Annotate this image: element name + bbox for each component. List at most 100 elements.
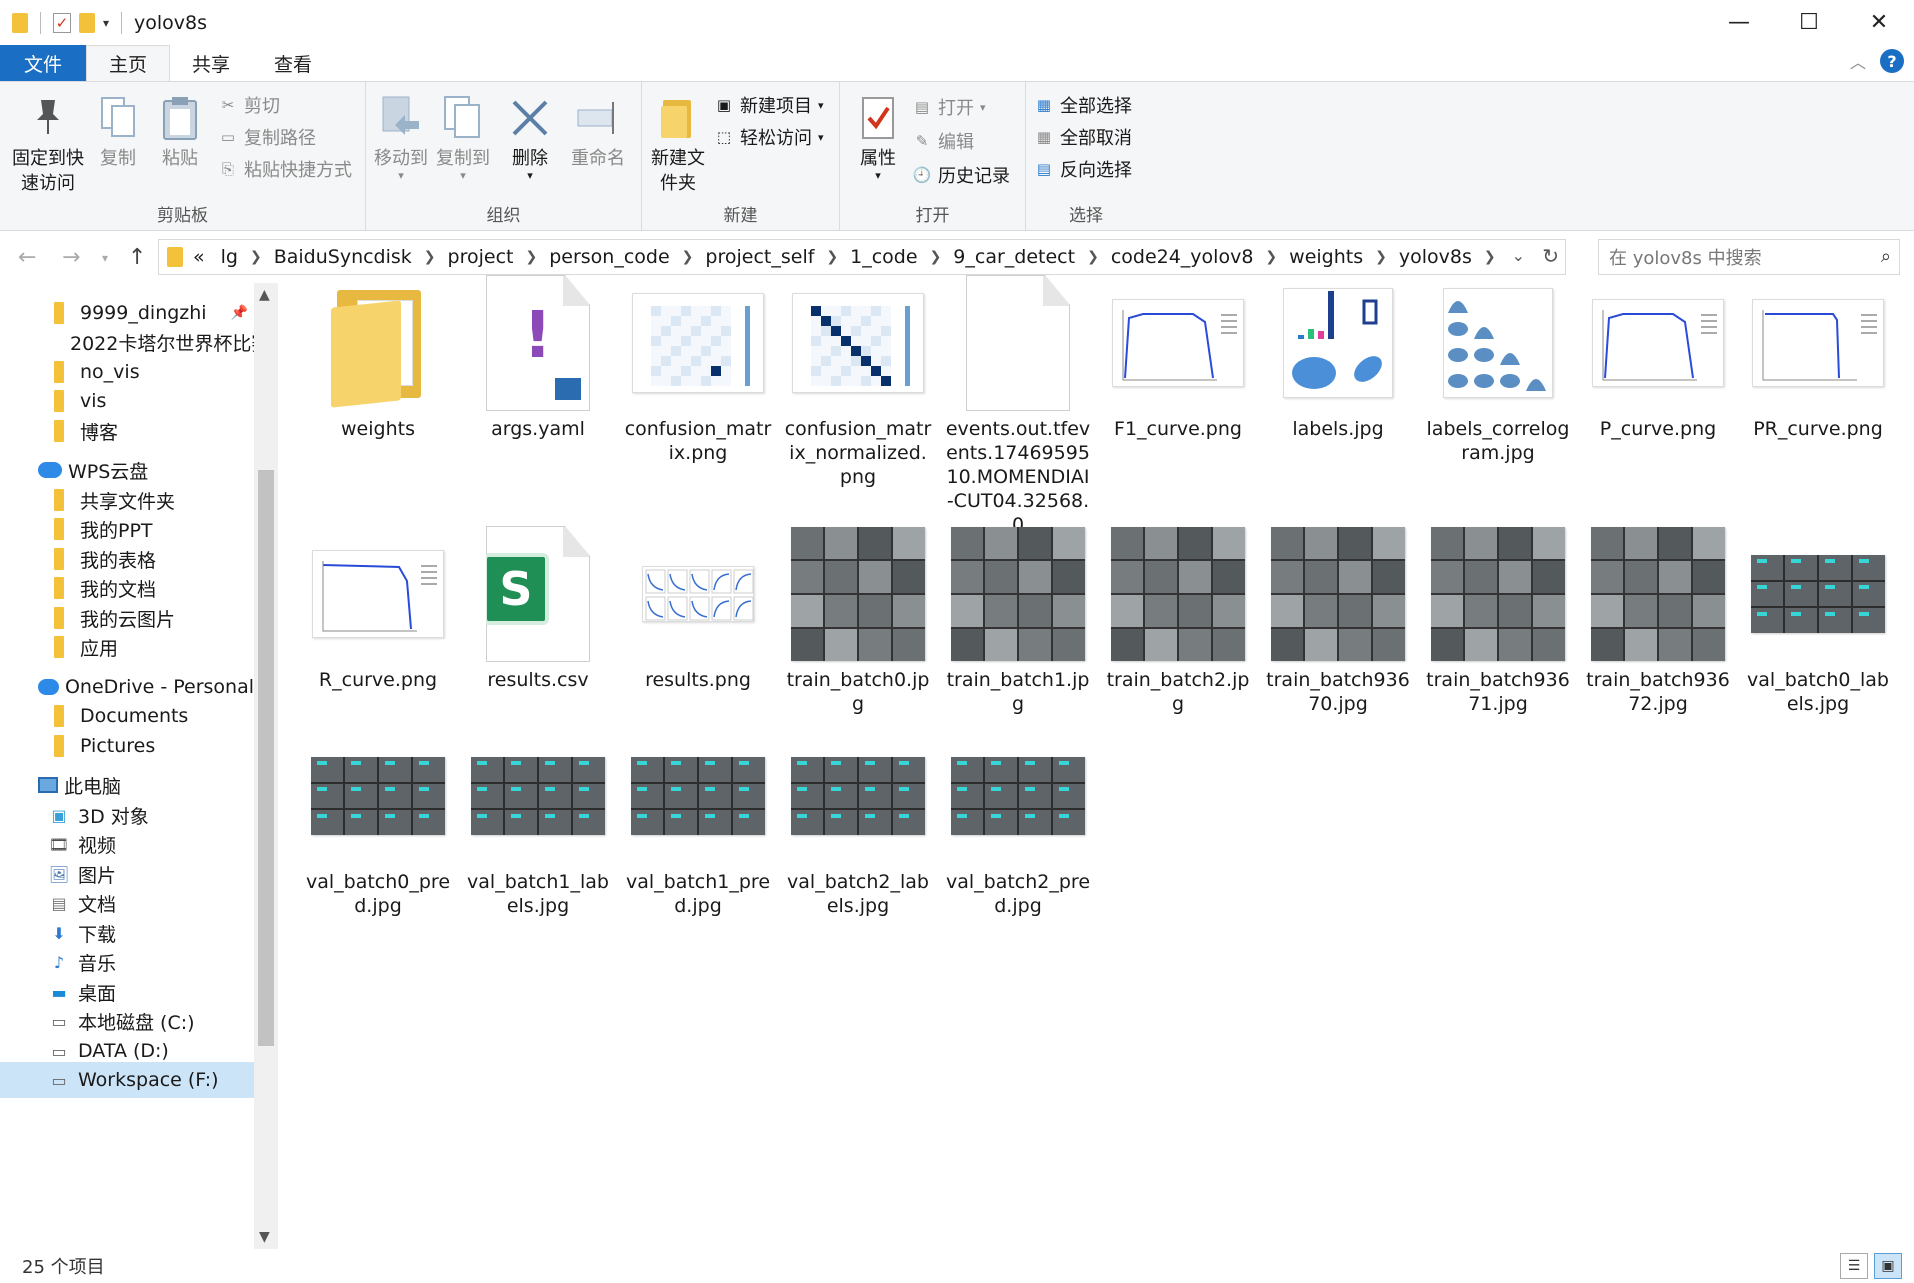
copy-button[interactable]: 复制 (94, 92, 142, 171)
file-item[interactable]: val_batch1_pred.jpg (622, 728, 774, 918)
breadcrumb-item[interactable]: yolov8s (1399, 246, 1472, 268)
copy-path-button[interactable]: ▭ 复制路径 (218, 124, 316, 150)
breadcrumb-separator-icon[interactable]: ❯ (1087, 249, 1099, 265)
sidebar-item[interactable]: Pictures (0, 728, 254, 764)
file-item[interactable]: confusion_matrix_normalized.png (782, 275, 934, 489)
large-icons-view-button[interactable]: ▣ (1874, 1253, 1902, 1279)
breadcrumb-separator-icon[interactable]: ❯ (424, 249, 436, 265)
new-folder-quick-icon[interactable] (79, 12, 95, 33)
breadcrumb-item[interactable]: BaiduSyncdisk (274, 246, 412, 268)
properties-button[interactable]: 属性 ▾ (854, 92, 902, 181)
tab-share[interactable]: 共享 (170, 45, 252, 81)
breadcrumb-overflow[interactable]: « (193, 246, 205, 268)
edit-button[interactable]: ✎ 编辑 (912, 128, 974, 154)
help-icon[interactable]: ? (1880, 49, 1904, 73)
breadcrumb-item[interactable]: 1_code (850, 246, 917, 268)
file-item[interactable]: val_batch1_labels.jpg (462, 728, 614, 918)
sidebar-item[interactable]: ▭ Workspace (F:) (0, 1062, 254, 1098)
select-all-button[interactable]: ▦ 全部选择 (1034, 92, 1132, 118)
copy-to-button[interactable]: 复制到 ▾ (434, 92, 492, 181)
file-item[interactable]: results.png (622, 526, 774, 692)
address-history-dropdown-icon[interactable]: ⌄ (1512, 246, 1525, 265)
new-item-button[interactable]: ▣ 新建项目 ▾ (714, 92, 824, 118)
nav-scrollbar[interactable]: ▲ ▼ (254, 283, 278, 1249)
file-item[interactable]: labels.jpg (1262, 275, 1414, 441)
scrollbar-thumb[interactable] (258, 470, 274, 1046)
search-input[interactable]: 在 yolov8s 中搜索 ⌕ (1598, 239, 1900, 275)
file-item[interactable]: F1_curve.png (1102, 275, 1254, 441)
tab-home[interactable]: 主页 (86, 45, 171, 81)
pin-quick-access-button[interactable]: 固定到快速访问 (8, 92, 88, 196)
breadcrumb-item[interactable]: project (448, 246, 514, 268)
breadcrumb-separator-icon[interactable]: ❯ (1484, 249, 1496, 265)
scroll-up-icon[interactable]: ▲ (259, 287, 270, 303)
breadcrumb-separator-icon[interactable]: ❯ (1375, 249, 1387, 265)
breadcrumb-item[interactable]: weights (1289, 246, 1363, 268)
refresh-icon[interactable]: ↻ (1542, 244, 1559, 268)
breadcrumb-separator-icon[interactable]: ❯ (682, 249, 694, 265)
back-arrow-icon[interactable]: ← (18, 245, 36, 270)
file-item[interactable]: val_batch0_labels.jpg (1742, 526, 1894, 716)
history-button[interactable]: 🕘 历史记录 (912, 162, 1010, 188)
scissors-icon: ✂ (221, 96, 235, 114)
file-item[interactable]: confusion_matrix.png (622, 275, 774, 465)
paste-shortcut-button[interactable]: ⎘ 粘贴快捷方式 (218, 156, 352, 182)
maximize-button[interactable]: ☐ (1774, 0, 1844, 45)
breadcrumb-separator-icon[interactable]: ❯ (250, 249, 262, 265)
sidebar-item[interactable]: 应用 (0, 629, 254, 665)
minimize-button[interactable]: — (1704, 0, 1774, 45)
breadcrumb-item[interactable]: code24_yolov8 (1111, 246, 1254, 268)
new-folder-button[interactable]: 新建文件夹 (646, 92, 710, 196)
file-item[interactable]: Sresults.csv (462, 526, 614, 692)
customize-quick-access-icon[interactable]: ▾ (103, 16, 109, 30)
sidebar-item-label: 共享文件夹 (80, 490, 176, 513)
file-item[interactable]: events.out.tfevents.1746959510.MOMENDIAI… (942, 275, 1094, 537)
breadcrumb-separator-icon[interactable]: ❯ (525, 249, 537, 265)
rename-button[interactable]: 重命名 (568, 92, 628, 171)
properties-quick-icon[interactable]: ✓ (53, 12, 71, 33)
scroll-down-icon[interactable]: ▼ (259, 1229, 270, 1245)
file-item[interactable]: val_batch2_pred.jpg (942, 728, 1094, 918)
delete-button[interactable]: 删除 ▾ (506, 92, 554, 181)
breadcrumb-separator-icon[interactable]: ❯ (826, 249, 838, 265)
file-item[interactable]: train_batch93672.jpg (1582, 526, 1734, 716)
select-none-button[interactable]: ▦ 全部取消 (1034, 124, 1132, 150)
cut-button[interactable]: ✂ 剪切 (218, 92, 280, 118)
file-item[interactable]: labels_correlogram.jpg (1422, 275, 1574, 465)
address-bar[interactable]: « lg ❯ BaiduSyncdisk ❯ project ❯ person_code ❯ p… (158, 239, 1566, 275)
breadcrumb-item[interactable]: person_code (549, 246, 669, 268)
breadcrumb-separator-icon[interactable]: ❯ (1265, 249, 1277, 265)
file-item[interactable]: ! args.yaml (462, 275, 614, 441)
file-item[interactable]: train_batch93670.jpg (1262, 526, 1414, 716)
file-item[interactable]: P_curve.png (1582, 275, 1734, 441)
file-item[interactable]: train_batch93671.jpg (1422, 526, 1574, 716)
sidebar-item-label: DATA (D:) (78, 1040, 169, 1062)
breadcrumb-separator-icon[interactable]: ❯ (930, 249, 942, 265)
invert-selection-button[interactable]: ▤ 反向选择 (1034, 156, 1132, 182)
file-item[interactable]: val_batch0_pred.jpg (302, 728, 454, 918)
search-icon[interactable]: ⌕ (1881, 246, 1891, 267)
breadcrumb-item[interactable]: 9_car_detect (953, 246, 1075, 268)
details-view-button[interactable]: ☰ (1840, 1253, 1868, 1279)
easy-access-button[interactable]: ⬚ 轻松访问 ▾ (714, 124, 824, 150)
close-button[interactable]: ✕ (1844, 0, 1914, 45)
file-item[interactable]: weights (302, 275, 454, 441)
file-item[interactable]: train_batch1.jpg (942, 526, 1094, 716)
breadcrumb-item[interactable]: project_self (705, 246, 814, 268)
forward-arrow-icon[interactable]: → (62, 245, 80, 270)
file-item[interactable]: train_batch0.jpg (782, 526, 934, 716)
file-item[interactable]: train_batch2.jpg (1102, 526, 1254, 716)
tab-view[interactable]: 查看 (252, 45, 334, 81)
recent-locations-icon[interactable]: ▾ (102, 251, 108, 265)
file-item[interactable]: PR_curve.png (1742, 275, 1894, 441)
tab-file[interactable]: 文件 (0, 45, 87, 81)
up-arrow-icon[interactable]: ↑ (128, 245, 146, 270)
move-to-button[interactable]: 移动到 ▾ (372, 92, 430, 181)
file-item[interactable]: val_batch2_labels.jpg (782, 728, 934, 918)
sidebar-item[interactable]: 博客 (0, 413, 254, 449)
file-item[interactable]: R_curve.png (302, 526, 454, 692)
breadcrumb-item[interactable]: lg (221, 246, 238, 268)
paste-button[interactable]: 粘贴 (156, 92, 204, 171)
collapse-ribbon-icon[interactable]: ︿ (1850, 49, 1866, 73)
open-button[interactable]: ▤ 打开 ▾ (912, 94, 986, 120)
